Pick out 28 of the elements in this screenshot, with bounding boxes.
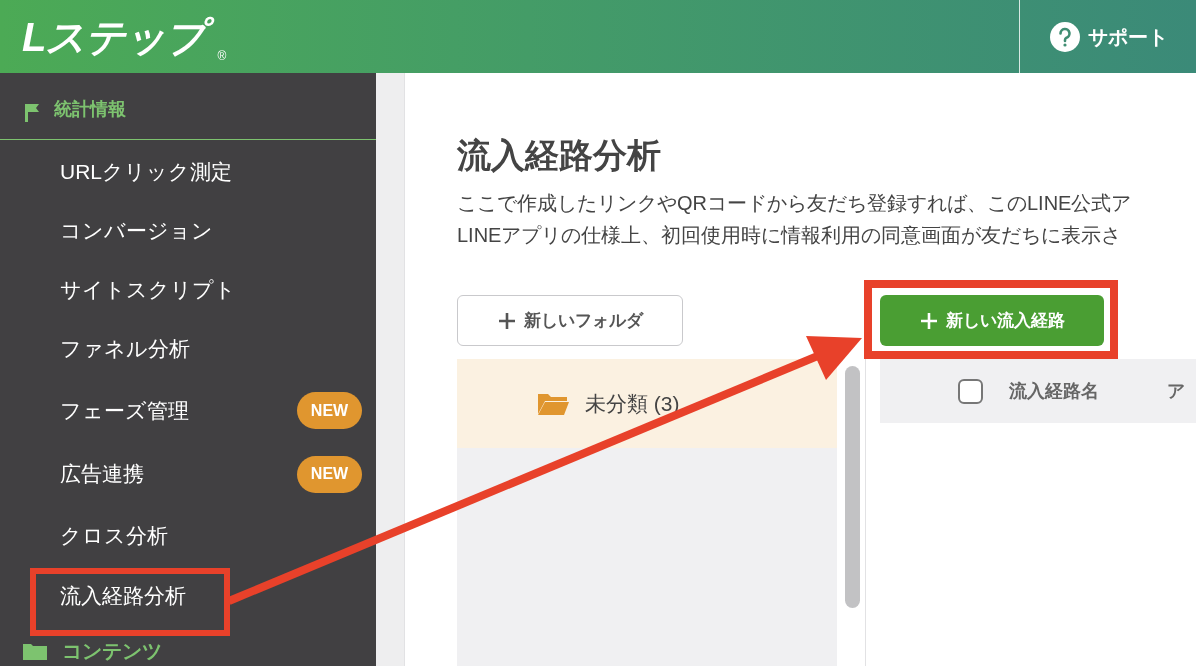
folder-icon: [22, 641, 48, 661]
new-badge: NEW: [297, 455, 362, 493]
sidebar-item[interactable]: ファネル分析: [0, 319, 376, 379]
help-icon: [1050, 21, 1080, 52]
section-heading: 統計情報: [54, 98, 126, 121]
flag-icon: [24, 103, 40, 123]
section-heading[interactable]: コンテンツ: [62, 636, 162, 666]
description-text: LINEアプリの仕様上、初回使用時に情報利用の同意画面が友だちに表示さ: [457, 223, 1123, 248]
new-badge: NEW: [297, 392, 362, 429]
column-header: ア: [1167, 379, 1185, 403]
sidebar-item[interactable]: 広告連携 NEW: [0, 442, 376, 506]
scrollbar-thumb[interactable]: [845, 366, 860, 608]
sidebar-item[interactable]: 流入経路分析: [0, 566, 376, 626]
plus-icon: [919, 311, 938, 330]
select-all-checkbox[interactable]: [958, 378, 983, 404]
plus-icon: [497, 311, 516, 330]
new-folder-button[interactable]: 新しいフォルダ: [457, 295, 683, 346]
support-menu[interactable]: サポート: [1019, 0, 1196, 73]
sidebar-item[interactable]: フェーズ管理 NEW: [0, 379, 376, 442]
page-title: 流入経路分析: [457, 135, 662, 176]
description-text: ここで作成したリンクやQRコードから友だち登録すれば、このLINE公式ア: [457, 191, 1133, 216]
sidebar-item[interactable]: コンバージョン: [0, 202, 376, 260]
sidebar-item[interactable]: URLクリック測定: [0, 142, 376, 202]
column-header: 流入経路名: [1009, 379, 1099, 403]
registered-mark: ®: [217, 47, 227, 65]
folder-icon: [537, 391, 569, 416]
sidebar-item[interactable]: サイトスクリプト: [0, 260, 376, 319]
sidebar-item[interactable]: クロス分析: [0, 506, 376, 566]
